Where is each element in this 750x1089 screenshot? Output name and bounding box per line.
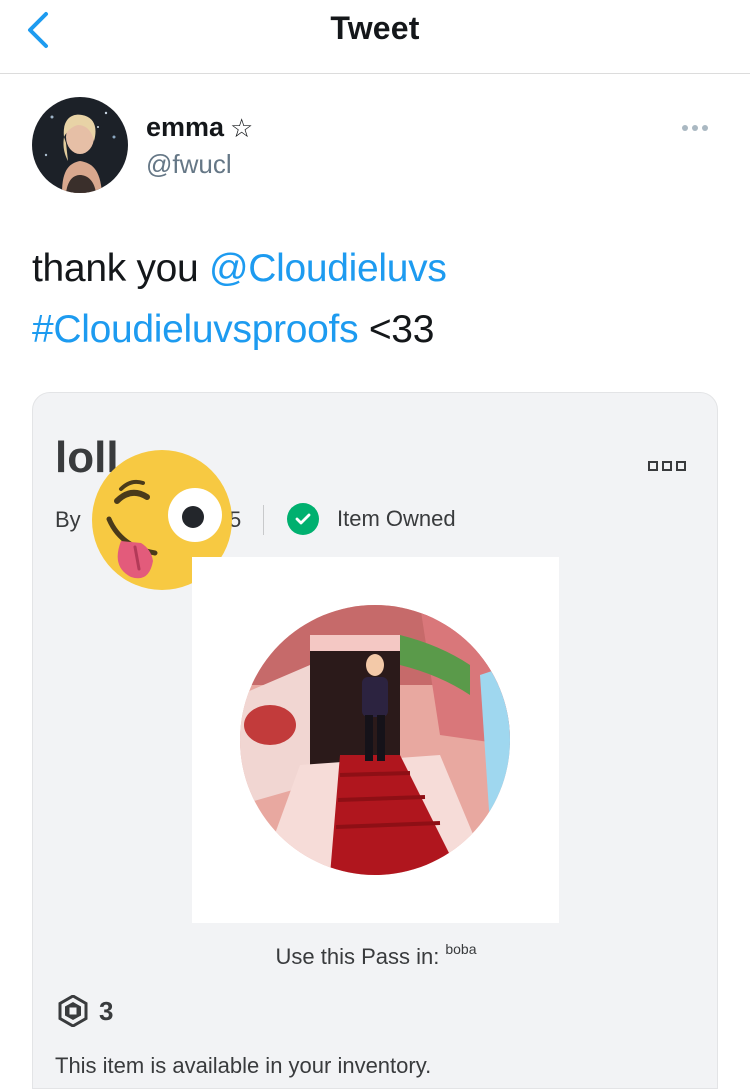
nav-bar: Tweet [0, 0, 750, 74]
game-pass-thumbnail[interactable] [192, 557, 559, 923]
price-value: 3 [99, 995, 114, 1026]
item-menu-button[interactable] [648, 461, 686, 471]
square-dot-icon [676, 461, 686, 471]
item-owned-status: Item Owned [287, 503, 456, 535]
game-pass-image [240, 605, 510, 875]
tweet-media-image[interactable]: loll By 5 Item Owned Use this Pass in: b… [32, 392, 718, 1089]
display-name-row[interactable]: emma ☆ [146, 112, 253, 143]
inventory-note: This item is available in your inventory… [55, 1053, 432, 1078]
by-label: By [55, 507, 81, 532]
display-name: emma [146, 112, 225, 142]
dot-icon [702, 125, 708, 131]
hashtag-link[interactable]: #Cloudieluvsproofs [32, 308, 359, 351]
avatar[interactable] [32, 97, 128, 193]
check-circle-icon [287, 503, 319, 535]
use-pass-label: Use this Pass in: [275, 944, 440, 969]
avatar-image [32, 97, 128, 193]
more-options-button[interactable] [682, 118, 718, 142]
tweet-text-prefix: thank you [32, 247, 209, 290]
divider [263, 505, 264, 535]
use-pass-game-link[interactable]: boba [445, 941, 476, 957]
square-dot-icon [648, 461, 658, 471]
dot-icon [692, 125, 698, 131]
star-outline-icon: ☆ [230, 112, 254, 143]
tweet-text: thank you @Cloudieluvs #Cloudieluvsproof… [32, 238, 722, 360]
item-owned-label: Item Owned [337, 506, 456, 531]
user-handle[interactable]: @fwucl [146, 149, 232, 180]
robux-icon [58, 995, 88, 1027]
square-dot-icon [662, 461, 672, 471]
page-title: Tweet [330, 10, 420, 46]
dot-icon [682, 125, 688, 131]
mention-link[interactable]: @Cloudieluvs [209, 247, 447, 290]
price-row: 3 [57, 995, 113, 1027]
use-pass-in: Use this Pass in: boba [33, 941, 717, 970]
tweet-text-suffix: <33 [358, 308, 435, 351]
